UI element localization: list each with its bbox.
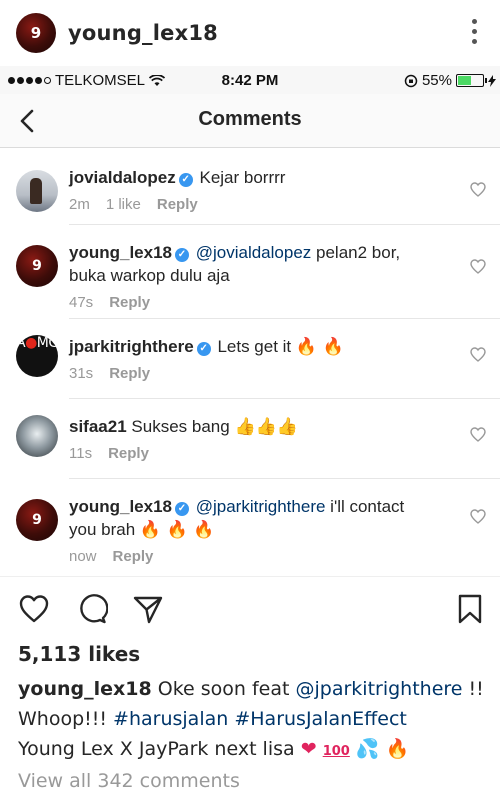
reply-button[interactable]: Reply (109, 294, 150, 311)
post-action-bar (0, 576, 500, 638)
fire-emoji-icon: 🔥 (385, 738, 410, 760)
avatar-text: 9 (32, 258, 42, 274)
caption-text: Oke soon feat (157, 678, 290, 700)
post-author-avatar[interactable]: 9 (16, 13, 56, 53)
avatar-text-dot: ● (25, 335, 37, 351)
more-options-icon[interactable] (472, 19, 478, 44)
like-heart-icon[interactable] (470, 259, 486, 274)
battery-percent: 55% (421, 72, 452, 89)
reply-button[interactable]: Reply (157, 196, 198, 213)
comment-text: Sukses bang (131, 417, 230, 436)
view-all-comments-link[interactable]: View all 342 comments (18, 770, 240, 792)
comments-navbar: Comments (0, 94, 500, 148)
caption-text: Young Lex X JayPark next lisa (18, 738, 295, 760)
comment-time: 11s (69, 445, 93, 462)
caption-text: !! (468, 678, 484, 700)
fire-emoji-icon: 🔥 🔥 (295, 337, 344, 357)
battery-icon (456, 74, 487, 87)
comment-mention[interactable]: @jparkitrighthere (196, 497, 326, 516)
hashtag-link[interactable]: #HarusJalanEffect (234, 708, 407, 730)
red-heart-emoji-icon: ❤ (300, 738, 317, 760)
avatar-text-a: A (16, 335, 26, 351)
comment-text-line2: buka warkop dulu aja (69, 266, 230, 285)
verified-badge-icon: ✓ (175, 502, 189, 516)
verified-badge-icon: ✓ (178, 173, 193, 187)
share-paper-plane-icon[interactable] (132, 593, 164, 625)
fire-emoji-icon: 🔥 🔥 🔥 (139, 520, 215, 540)
post-author-username[interactable]: young_lex18 (68, 21, 218, 45)
comment-time: now (69, 548, 97, 565)
comment-bubble-icon[interactable] (76, 593, 108, 625)
hashtag-link[interactable]: #harusjalan (113, 708, 228, 730)
commenter-avatar[interactable]: A●MG (16, 335, 58, 377)
verified-badge-icon: ✓ (175, 248, 189, 262)
commenter-avatar[interactable]: 9 (16, 499, 58, 541)
bookmark-icon[interactable] (456, 593, 484, 625)
rotation-lock-icon (404, 74, 418, 87)
comment-time: 31s (69, 365, 94, 382)
sweat-droplets-emoji-icon: 💦 (355, 738, 380, 760)
post-caption: young_lex18 Oke soon feat @jparkitrighth… (18, 674, 490, 767)
comment-text: Kejar borrrr (199, 168, 286, 187)
comment-username[interactable]: jparkitrighthere (69, 337, 194, 356)
post-header: 9 young_lex18 (0, 0, 500, 66)
comment-username[interactable]: jovialdalopez (69, 168, 176, 187)
comment-text: pelan2 bor, (316, 243, 401, 262)
reply-button[interactable]: Reply (108, 445, 149, 462)
comment-text-line2: you brah (69, 520, 136, 539)
avatar-text: 9 (30, 24, 42, 42)
charging-icon (488, 74, 496, 87)
like-heart-icon[interactable] (470, 347, 486, 362)
comment-username[interactable]: sifaa21 (69, 417, 127, 436)
page-title: Comments (198, 108, 302, 130)
like-heart-icon[interactable] (18, 593, 50, 625)
comment-time: 2m (69, 196, 90, 213)
comment-text: i'll contact (330, 497, 405, 516)
avatar-text-b: MG (36, 335, 58, 351)
caption-text: Whoop!!! (18, 708, 107, 730)
status-bar: TELKOMSEL 8:42 PM 55% (0, 66, 500, 94)
comment-username[interactable]: young_lex18 (69, 243, 172, 262)
like-heart-icon[interactable] (470, 427, 486, 442)
commenter-avatar[interactable] (16, 170, 58, 212)
comment-username[interactable]: young_lex18 (69, 497, 172, 516)
like-heart-icon[interactable] (470, 182, 486, 197)
avatar-text: 9 (32, 512, 42, 528)
reply-button[interactable]: Reply (113, 548, 154, 565)
caption-mention[interactable]: @jparkitrighthere (296, 678, 463, 700)
commenter-avatar[interactable] (16, 415, 58, 457)
caption-username[interactable]: young_lex18 (18, 678, 152, 700)
comment-mention[interactable]: @jovialdalopez (196, 243, 312, 262)
hundred-points-emoji-icon: 100 (322, 744, 350, 759)
reply-button[interactable]: Reply (109, 365, 150, 382)
comments-screenshot: TELKOMSEL 8:42 PM 55% Comments jovialdal… (0, 66, 500, 576)
comment-text: Lets get it (217, 337, 292, 356)
verified-badge-icon: ✓ (196, 342, 211, 356)
thumbs-up-emoji-icon: 👍👍👍 (234, 417, 298, 437)
comment-likes[interactable]: 1 like (106, 196, 141, 213)
like-count[interactable]: 5,113 likes (18, 642, 140, 666)
like-heart-icon[interactable] (470, 509, 486, 524)
comment-time: 47s (69, 294, 94, 311)
commenter-avatar[interactable]: 9 (16, 245, 58, 287)
